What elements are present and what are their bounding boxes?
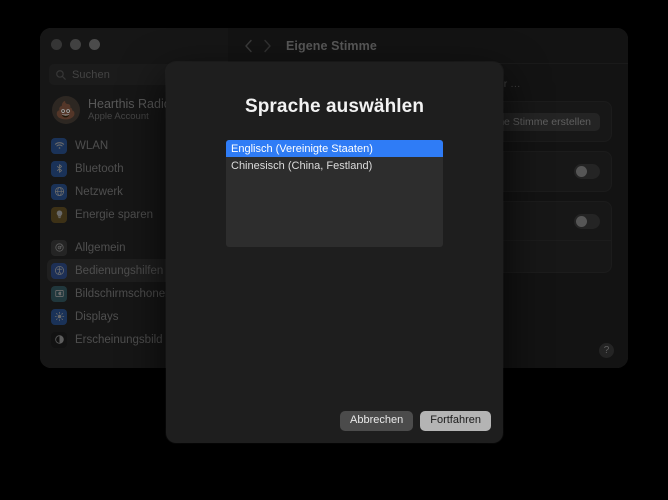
sidebar-item-label: Bildschirmschoner — [75, 287, 169, 300]
toggle-switch-2[interactable] — [574, 214, 600, 229]
language-list[interactable]: Englisch (Vereinigte Staaten) Chinesisch… — [226, 140, 443, 247]
sheet-button-bar: Abbrechen Fortfahren — [340, 411, 491, 431]
continue-button[interactable]: Fortfahren — [420, 411, 491, 431]
sidebar-item-label: Energie sparen — [75, 208, 153, 221]
page-title: Eigene Stimme — [286, 38, 377, 53]
globe-icon — [51, 183, 67, 200]
brightness-icon — [51, 308, 67, 325]
sidebar-item-label: Allgemein — [75, 241, 126, 254]
sidebar-item-label: Erscheinungsbild — [75, 333, 163, 346]
language-selection-sheet: Sprache auswählen Englisch (Vereinigte S… — [166, 62, 503, 443]
window-traffic-lights — [51, 39, 100, 50]
toggle-knob — [576, 216, 587, 227]
appearance-icon — [51, 331, 67, 348]
gear-icon — [51, 239, 67, 256]
language-option-chinese-mainland[interactable]: Chinesisch (China, Festland) — [226, 157, 443, 174]
sidebar-item-label: Displays — [75, 310, 119, 323]
accessibility-icon — [51, 262, 67, 279]
screen: Suchen 💩 Hearthis Radio Apple Account WL… — [0, 0, 668, 500]
sidebar-item-label: WLAN — [75, 139, 109, 152]
forward-button[interactable] — [258, 37, 276, 55]
account-subtitle: Apple Account — [88, 111, 149, 122]
zoom-button[interactable] — [89, 39, 100, 50]
account-name: Hearthis Radio — [88, 97, 171, 111]
close-button[interactable] — [51, 39, 62, 50]
search-placeholder: Suchen — [72, 68, 110, 81]
wifi-icon — [51, 137, 67, 154]
sheet-title: Sprache auswählen — [244, 96, 425, 117]
toggle-switch-1[interactable] — [574, 164, 600, 179]
cancel-button[interactable]: Abbrechen — [340, 411, 414, 431]
sidebar-item-label: Bluetooth — [75, 162, 124, 175]
back-button[interactable] — [240, 37, 258, 55]
lightbulb-icon — [51, 206, 67, 223]
search-icon — [56, 69, 66, 80]
toggle-knob — [576, 166, 587, 177]
toolbar: Eigene Stimme — [228, 28, 628, 64]
bluetooth-icon — [51, 160, 67, 177]
avatar: 💩 — [52, 96, 80, 124]
screensaver-icon — [51, 285, 67, 302]
sidebar-item-label: Netzwerk — [75, 185, 123, 198]
language-option-english-us[interactable]: Englisch (Vereinigte Staaten) — [226, 140, 443, 157]
help-button[interactable]: ? — [599, 343, 614, 358]
sidebar-item-label: Bedienungshilfen — [75, 264, 164, 277]
minimize-button[interactable] — [70, 39, 81, 50]
